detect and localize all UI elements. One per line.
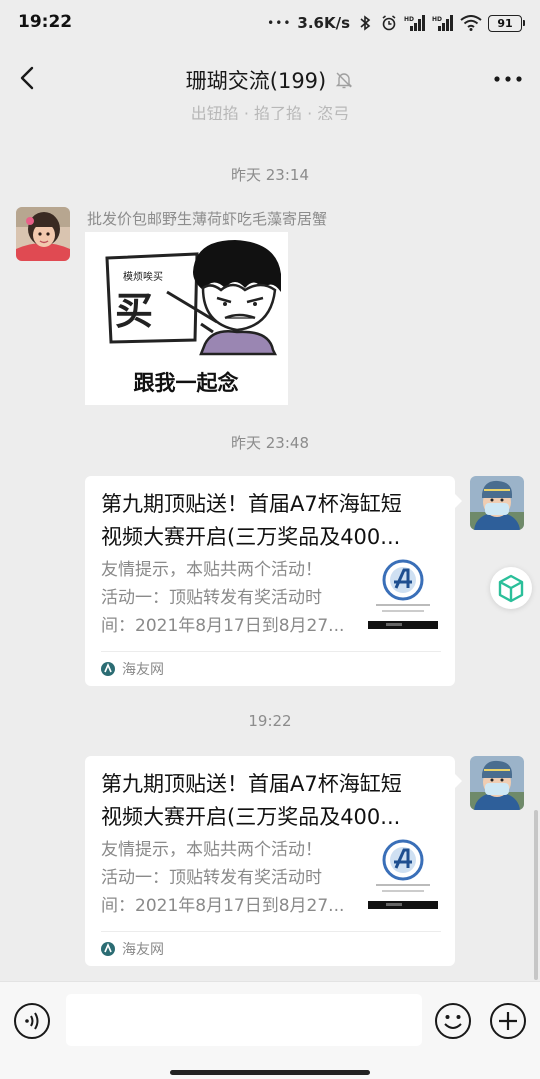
avatar[interactable] (16, 207, 70, 261)
card-description: 友情提示，本贴共两个活动！ 活动一：顶贴转发有奖活动时 间：2021年8月17日… (101, 836, 361, 920)
muted-bell-icon (336, 72, 353, 89)
svg-text:HD: HD (404, 16, 414, 23)
card-divider (101, 931, 441, 932)
card-desc-line: 友情提示，本贴共两个活动！ (101, 560, 322, 580)
sticker-board-big-text: 买 (115, 289, 153, 333)
avatar[interactable] (470, 476, 524, 530)
card-title-line: 视频大赛开启(三万奖品及400... (101, 805, 401, 829)
card-description: 友情提示，本贴共两个活动！ 活动一：顶贴转发有奖活动时 间：2021年8月17日… (101, 556, 361, 640)
hd-signal-icon: HD (404, 15, 425, 31)
avatar-boy-mask-image (470, 756, 524, 810)
battery-icon: 91 (488, 14, 525, 32)
chat-title-wrap: 珊瑚交流(199) (0, 65, 540, 95)
sticker-caption: 跟我一起念 (134, 371, 239, 395)
network-speed: 3.6K/s (297, 14, 350, 32)
link-card[interactable]: 第九期顶贴送！首届A7杯海缸短 视频大赛开启(三万奖品及400... 友情提示，… (85, 756, 462, 966)
card-source: 海友网 (101, 939, 164, 959)
card-thumbnail (368, 558, 438, 630)
emoji-icon[interactable] (434, 1002, 472, 1040)
alarm-icon (382, 15, 396, 31)
timestamp: 昨天 23:14 (231, 166, 309, 184)
partial-message-text: 出钮掐 · 掐了掐 · 恣弓 (190, 104, 350, 120)
hd-signal-icon: HD (432, 15, 453, 31)
floating-assistant-button[interactable] (490, 567, 532, 609)
svg-text:HD: HD (432, 16, 442, 23)
status-time: 19:22 (18, 12, 73, 32)
sender-name: 批发价包邮野生薄荷虾吃毛藻寄居蟹 (87, 210, 328, 228)
card-desc-line: 友情提示，本贴共两个活动！ (101, 840, 322, 860)
card-source: 海友网 (101, 659, 164, 679)
avatar[interactable] (470, 756, 524, 810)
voice-icon[interactable] (13, 1002, 51, 1040)
input-bar (0, 981, 540, 1079)
link-card[interactable]: 第九期顶贴送！首届A7杯海缸短 视频大赛开启(三万奖品及400... 友情提示，… (85, 476, 462, 686)
card-desc-line: 间：2021年8月17日到8月27... (101, 616, 345, 636)
message-input[interactable] (66, 994, 422, 1046)
card-desc-line: 间：2021年8月17日到8月27... (101, 896, 345, 916)
card-divider (101, 651, 441, 652)
card-source-name: 海友网 (122, 942, 164, 958)
status-bar: 19:22 ••• 3.6K/s HD HD 91 (0, 0, 540, 46)
bluetooth-icon (360, 15, 371, 31)
card-title: 第九期顶贴送！首届A7杯海缸短 视频大赛开启(三万奖品及400... (101, 768, 441, 834)
card-title: 第九期顶贴送！首届A7杯海缸短 视频大赛开启(三万奖品及400... (101, 488, 441, 554)
cube-icon (498, 574, 524, 603)
status-dots: ••• (267, 16, 292, 30)
haiyou-logo-icon (101, 662, 115, 676)
sticker-board-small-text: 模烦唉买 (123, 270, 163, 283)
timestamp: 19:22 (248, 712, 292, 730)
sticker-image: 模烦唉买 买 跟我一起念 (85, 232, 288, 405)
card-title-line: 第九期顶贴送！首届A7杯海缸短 (101, 772, 402, 796)
card-desc-line: 活动一：顶贴转发有奖活动时 (101, 868, 322, 888)
avatar-boy-mask-image (470, 476, 524, 530)
scrollbar-thumb[interactable] (534, 810, 538, 980)
card-desc-line: 活动一：顶贴转发有奖活动时 (101, 588, 322, 608)
chat-title: 珊瑚交流(199) (185, 69, 327, 93)
card-source-name: 海友网 (122, 662, 164, 678)
home-indicator[interactable] (170, 1070, 370, 1075)
card-title-line: 视频大赛开启(三万奖品及400... (101, 525, 401, 549)
avatar-girl-image (16, 207, 70, 261)
plus-icon[interactable] (489, 1002, 527, 1040)
battery-level: 91 (497, 16, 513, 30)
timestamp: 昨天 23:48 (231, 434, 309, 452)
card-thumbnail (368, 838, 438, 910)
card-title-line: 第九期顶贴送！首届A7杯海缸短 (101, 492, 402, 516)
more-dots-icon[interactable] (490, 64, 526, 94)
haiyou-logo-icon (101, 942, 115, 956)
status-icons: ••• 3.6K/s HD HD 91 (267, 12, 525, 34)
wifi-icon (460, 15, 482, 31)
sticker-message[interactable]: 模烦唉买 买 跟我一起念 (85, 232, 288, 405)
